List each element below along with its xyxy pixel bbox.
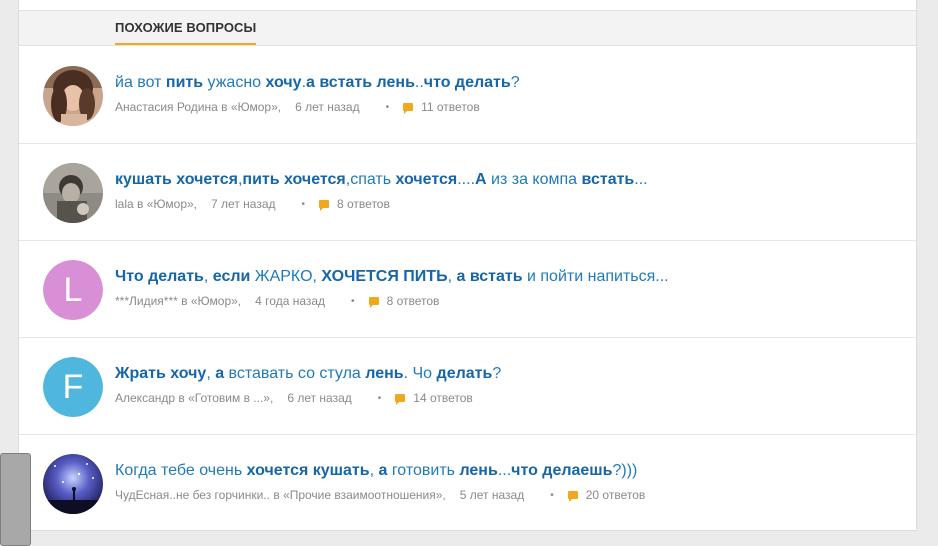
separator-dot: • (351, 295, 355, 307)
question-meta: lala в «Юмор», 7 лет назад • 8 ответов (115, 197, 390, 211)
comment-bubble-icon (368, 297, 379, 308)
time-label: 6 лет назад (295, 100, 360, 114)
author-link[interactable]: Анастасия Родина (115, 100, 218, 114)
author-link[interactable]: lala (115, 197, 134, 211)
category-link[interactable]: «Готовим в ...», (188, 391, 273, 405)
answers-link[interactable]: 11 ответов (403, 100, 480, 114)
answers-count: 14 ответов (413, 391, 473, 405)
category-link[interactable]: «Юмор», (231, 100, 281, 114)
separator-dot: • (301, 198, 306, 210)
category-link[interactable]: «Юмор», (147, 197, 197, 211)
in-label: в (221, 100, 228, 114)
category-link[interactable]: «Прочие взаимоотношения», (283, 488, 446, 502)
answers-count: 8 ответов (386, 294, 440, 308)
avatar[interactable] (43, 454, 103, 514)
similar-questions-card: Похожие вопросы йа вот пить ужасно хочу.… (18, 0, 917, 531)
avatar[interactable]: F (43, 357, 103, 417)
category-link[interactable]: «Юмор», (191, 294, 241, 308)
avatar[interactable] (43, 66, 103, 126)
answers-link[interactable]: 8 ответов (319, 197, 390, 211)
question-title-link[interactable]: йа вот пить ужасно хочу.а встать лень..ч… (115, 74, 520, 92)
in-label: в (178, 391, 185, 405)
question-meta: Анастасия Родина в «Юмор», 6 лет назад •… (115, 100, 480, 114)
comment-bubble-icon (395, 394, 406, 405)
question-meta: ЧудЕсная..не без горчинки.. в «Прочие вз… (115, 488, 645, 502)
time-label: 4 года назад (255, 294, 326, 308)
time-label: 7 лет назад (211, 197, 276, 211)
comment-bubble-icon (319, 200, 330, 211)
comment-bubble-icon (567, 491, 578, 502)
side-feedback-tab[interactable] (0, 453, 31, 546)
answers-link[interactable]: 8 ответов (368, 294, 440, 308)
author-link[interactable]: Александр (115, 391, 175, 405)
in-label: в (181, 294, 188, 308)
avatar-letter: F (43, 357, 103, 417)
avatar-letter: L (43, 260, 103, 320)
answers-count: 8 ответов (337, 197, 390, 211)
avatar[interactable]: L (43, 260, 103, 320)
avatar-photo-woman (43, 66, 103, 126)
answers-link[interactable]: 20 ответов (567, 488, 646, 502)
question-item: F Жрать хочу, а вставать со стула лень. … (19, 337, 916, 435)
time-label: 5 лет назад (459, 488, 525, 502)
separator-dot: • (550, 489, 554, 501)
section-header: Похожие вопросы (19, 10, 916, 46)
question-title-link[interactable]: кушать хочется,пить хочется,спать хочетс… (115, 171, 648, 189)
separator-dot: • (377, 392, 382, 404)
avatar[interactable] (43, 163, 103, 223)
author-link[interactable]: ЧудЕсная..не без горчинки.. (115, 488, 270, 502)
question-item: L Что делать, если ЖАРКО, ХОЧЕТСЯ ПИТЬ, … (19, 240, 916, 338)
answers-link[interactable]: 14 ответов (395, 391, 473, 405)
question-meta: Александр в «Готовим в ...», 6 лет назад… (115, 391, 473, 405)
question-item: йа вот пить ужасно хочу.а встать лень..ч… (19, 46, 916, 144)
avatar-photo-child (43, 163, 103, 223)
in-label: в (137, 197, 144, 211)
question-meta: ***Лидия*** в «Юмор», 4 года назад • 8 о… (115, 294, 439, 308)
time-label: 6 лет назад (287, 391, 352, 405)
comment-bubble-icon (403, 103, 414, 114)
separator-dot: • (385, 101, 390, 113)
answers-count: 11 ответов (421, 100, 480, 114)
author-link[interactable]: ***Лидия*** (115, 294, 178, 308)
question-title-link[interactable]: Жрать хочу, а вставать со стула лень. Чо… (115, 365, 501, 383)
question-title-link[interactable]: Что делать, если ЖАРКО, ХОЧЕТСЯ ПИТЬ, а … (115, 268, 669, 286)
question-item: Когда тебе очень хочется кушать, а готов… (19, 434, 916, 531)
in-label: в (273, 488, 280, 502)
answers-count: 20 ответов (585, 488, 646, 502)
question-item: кушать хочется,пить хочется,спать хочетс… (19, 143, 916, 241)
section-title[interactable]: Похожие вопросы (115, 11, 257, 45)
question-title-link[interactable]: Когда тебе очень хочется кушать, а готов… (115, 462, 637, 480)
avatar-photo-night (43, 454, 103, 514)
